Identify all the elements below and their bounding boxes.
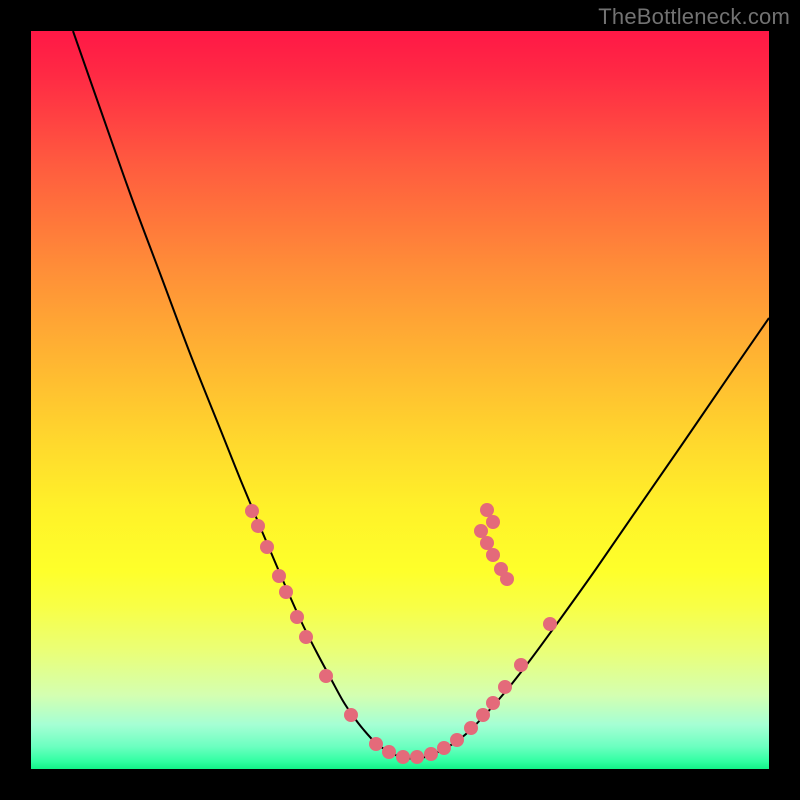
marker-dot bbox=[396, 750, 410, 764]
marker-dot bbox=[486, 696, 500, 710]
marker-dot bbox=[272, 569, 286, 583]
marker-dot bbox=[486, 515, 500, 529]
chart-svg bbox=[31, 31, 769, 769]
marker-dot bbox=[299, 630, 313, 644]
marker-dot bbox=[464, 721, 478, 735]
marker-dot bbox=[480, 503, 494, 517]
marker-dot bbox=[290, 610, 304, 624]
marker-dot bbox=[382, 745, 396, 759]
marker-dot bbox=[514, 658, 528, 672]
marker-dot bbox=[251, 519, 265, 533]
marker-dot bbox=[279, 585, 293, 599]
marker-dot bbox=[369, 737, 383, 751]
plot-area bbox=[31, 31, 769, 769]
marker-dot bbox=[319, 669, 333, 683]
marker-dot bbox=[480, 536, 494, 550]
marker-dot bbox=[260, 540, 274, 554]
marker-dot bbox=[474, 524, 488, 538]
marker-group bbox=[245, 503, 557, 764]
marker-dot bbox=[486, 548, 500, 562]
marker-dot bbox=[410, 750, 424, 764]
marker-dot bbox=[543, 617, 557, 631]
marker-dot bbox=[476, 708, 490, 722]
marker-dot bbox=[344, 708, 358, 722]
watermark-text: TheBottleneck.com bbox=[598, 4, 790, 30]
marker-dot bbox=[498, 680, 512, 694]
marker-dot bbox=[500, 572, 514, 586]
marker-dot bbox=[437, 741, 451, 755]
marker-dot bbox=[450, 733, 464, 747]
marker-dot bbox=[424, 747, 438, 761]
curve-path bbox=[73, 31, 769, 759]
marker-dot bbox=[245, 504, 259, 518]
